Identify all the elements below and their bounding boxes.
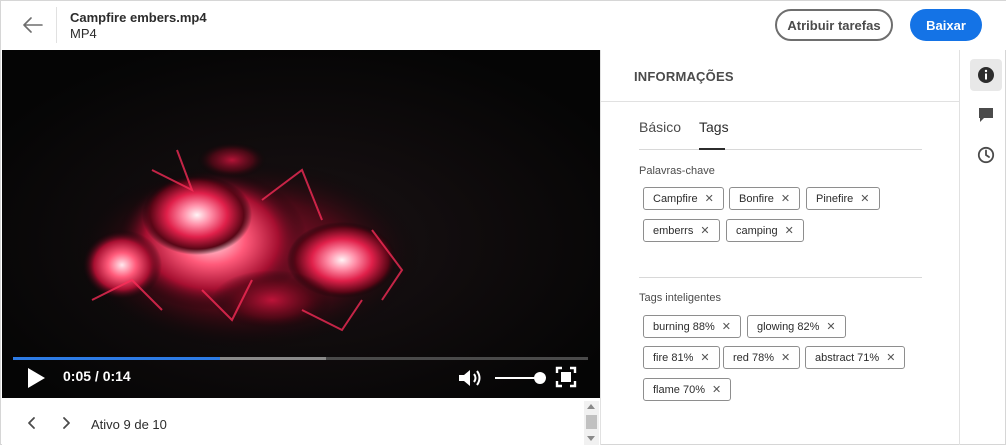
tag-label: Bonfire — [739, 192, 774, 205]
tag-label: abstract 71% — [815, 351, 880, 364]
scrollbar-thumb[interactable] — [586, 415, 597, 429]
volume-icon — [459, 370, 481, 386]
remove-tag-icon[interactable]: ✕ — [781, 351, 790, 364]
scroll-up-arrow-icon[interactable] — [587, 404, 595, 409]
keyword-tag: Bonfire ✕ — [729, 187, 801, 210]
tag-label: fire 81% — [653, 351, 694, 364]
tab-tags[interactable]: Tags — [699, 119, 729, 135]
remove-tag-icon[interactable]: ✕ — [712, 383, 721, 396]
rail-history-button[interactable] — [970, 139, 1002, 171]
tag-label: burning 88% — [653, 320, 715, 333]
header: Campfire embers.mp4 MP4 Atribuir tarefas… — [1, 1, 1006, 50]
tag-label: glowing 82% — [757, 320, 820, 333]
back-button[interactable] — [19, 11, 47, 39]
keyword-tag: Campfire ✕ — [643, 187, 724, 210]
tag-label: camping — [736, 224, 778, 237]
smart-tag: flame 70% ✕ — [643, 378, 732, 401]
info-icon — [978, 67, 994, 83]
section-divider — [639, 277, 922, 278]
remove-tag-icon[interactable]: ✕ — [860, 192, 869, 205]
comment-icon — [979, 108, 993, 122]
tag-label: red 78% — [733, 351, 774, 364]
previous-asset-button[interactable] — [24, 414, 40, 432]
keywords-label: Palavras-chave — [639, 165, 715, 177]
volume-slider-thumb[interactable] — [534, 372, 546, 384]
next-asset-button[interactable] — [58, 414, 74, 432]
panel-header-divider — [601, 101, 959, 102]
asset-position: Ativo 9 de 10 — [91, 417, 167, 432]
time-display: 0:05 / 0:14 — [63, 368, 131, 384]
arrow-left-icon — [23, 17, 43, 33]
remove-tag-icon[interactable]: ✕ — [826, 320, 835, 333]
keyword-tag: Pinefire ✕ — [806, 187, 880, 210]
file-name: Campfire embers.mp4 — [70, 10, 207, 25]
remove-tag-icon[interactable]: ✕ — [700, 224, 709, 237]
rail-comments-button[interactable] — [970, 99, 1002, 131]
smart-tags-label: Tags inteligentes — [639, 292, 721, 304]
panel-title: INFORMAÇÕES — [634, 69, 734, 84]
smart-tag: abstract 71% ✕ — [805, 346, 906, 369]
smart-tag: burning 88% ✕ — [643, 315, 741, 338]
fullscreen-icon — [555, 366, 577, 388]
volume-slider-track[interactable] — [495, 377, 539, 379]
asset-details-window: Campfire embers.mp4 MP4 Atribuir tarefas… — [0, 0, 1006, 445]
tag-label: emberrs — [653, 224, 694, 237]
scrollbar[interactable] — [584, 401, 599, 445]
smart-tag: fire 81% ✕ — [643, 346, 720, 369]
fullscreen-button[interactable] — [555, 366, 577, 388]
remove-tag-icon[interactable]: ✕ — [781, 192, 790, 205]
tag-label: Campfire — [653, 192, 698, 205]
remove-tag-icon[interactable]: ✕ — [785, 224, 794, 237]
panel-divider — [600, 50, 601, 445]
rail-divider — [959, 50, 960, 445]
progress-bar[interactable] — [13, 357, 588, 360]
progress-played — [13, 357, 220, 360]
file-type: MP4 — [70, 26, 97, 41]
assign-tasks-button[interactable]: Atribuir tarefas — [775, 9, 893, 41]
rail-info-button[interactable] — [970, 59, 1002, 91]
remove-tag-icon[interactable]: ✕ — [886, 351, 895, 364]
smart-tag: glowing 82% ✕ — [747, 315, 846, 338]
remove-tag-icon[interactable]: ✕ — [705, 192, 714, 205]
tag-label: flame 70% — [653, 383, 705, 396]
video-player[interactable]: 0:05 / 0:14 — [2, 50, 600, 398]
tag-label: Pinefire — [816, 192, 854, 205]
header-divider — [56, 7, 57, 43]
remove-tag-icon[interactable]: ✕ — [722, 320, 731, 333]
active-tab-indicator — [699, 148, 725, 150]
chevron-right-icon — [63, 417, 70, 429]
scroll-down-arrow-icon[interactable] — [587, 436, 595, 441]
play-icon — [28, 368, 45, 388]
asset-navigation: Ativo 9 de 10 — [2, 398, 600, 445]
smart-tag: red 78% ✕ — [723, 346, 801, 369]
volume-button[interactable] — [457, 367, 485, 389]
clock-icon — [977, 146, 995, 164]
play-button[interactable] — [24, 366, 48, 390]
keyword-tag: emberrs ✕ — [643, 219, 720, 242]
video-frame-embers — [2, 50, 600, 398]
remove-tag-icon[interactable]: ✕ — [700, 351, 709, 364]
tab-basic[interactable]: Básico — [639, 119, 681, 135]
tabs-divider — [639, 149, 922, 150]
download-button[interactable]: Baixar — [910, 9, 982, 41]
chevron-left-icon — [28, 417, 35, 429]
keyword-tag: camping ✕ — [726, 219, 804, 242]
